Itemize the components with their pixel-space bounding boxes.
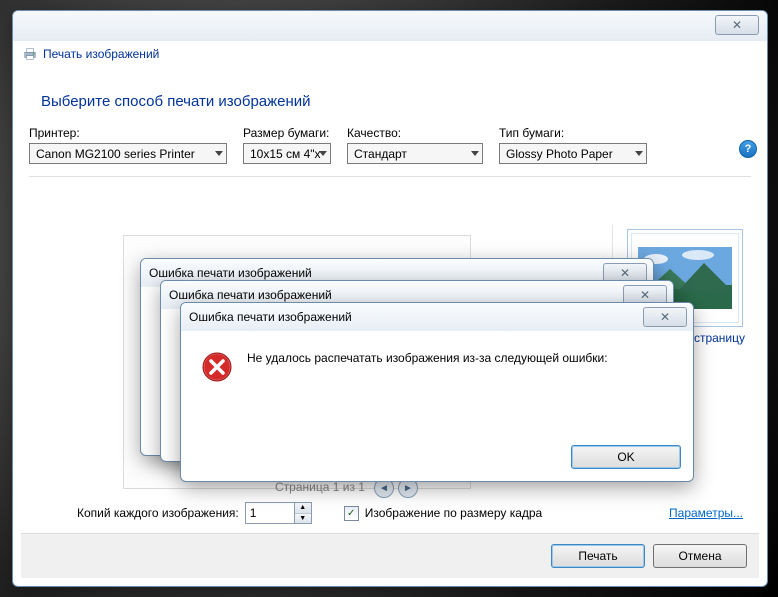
spinner-down-button[interactable]: ▼ — [295, 514, 311, 524]
action-bar: Печать Отмена — [21, 533, 759, 578]
printer-icon — [23, 47, 37, 61]
window-titlebar: ✕ — [13, 11, 767, 41]
copies-spinner[interactable]: ▲ ▼ — [245, 502, 312, 524]
spinner-up-button[interactable]: ▲ — [295, 503, 311, 514]
error-icon — [201, 351, 233, 383]
help-button[interactable]: ? — [739, 140, 757, 158]
paper-type-select[interactable]: Glossy Photo Paper — [499, 143, 647, 164]
dialog-title-text: Ошибка печати изображений — [149, 266, 312, 280]
fit-frame-checkbox[interactable]: ✓ — [344, 506, 359, 521]
paper-size-label: Размер бумаги: — [243, 126, 331, 140]
dialog-title-text: Ошибка печати изображений — [169, 288, 332, 302]
error-dialog: Ошибка печати изображений ✕ Не удалось р… — [180, 302, 694, 482]
dialog-close-button[interactable]: ✕ — [643, 307, 687, 327]
dialog-title-text: Ошибка печати изображений — [189, 310, 352, 324]
fit-frame-label: Изображение по размеру кадра — [365, 506, 542, 520]
print-button-label: Печать — [578, 549, 617, 563]
parameters-link[interactable]: Параметры... — [669, 506, 743, 520]
paper-size-select-value: 10x15 см 4"x — [250, 147, 321, 161]
quality-label: Качество: — [347, 126, 483, 140]
cancel-button-label: Отмена — [678, 549, 721, 563]
printer-select-value: Canon MG2100 series Printer — [36, 147, 195, 161]
paper-type-select-value: Glossy Photo Paper — [506, 147, 613, 161]
page-indicator: Страница 1 из 1 — [29, 480, 611, 494]
printer-select[interactable]: Canon MG2100 series Printer — [29, 143, 227, 164]
ok-button-label: OK — [617, 450, 634, 464]
window-close-button[interactable]: ✕ — [715, 15, 759, 35]
error-message: Не удалось распечатать изображения из-за… — [247, 351, 608, 431]
paper-type-label: Тип бумаги: — [499, 126, 647, 140]
window-title-text: Печать изображений — [43, 47, 159, 61]
options-bar: Копий каждого изображения: ▲ ▼ ✓ Изображ… — [29, 498, 751, 528]
chevron-down-icon — [635, 151, 643, 156]
ok-button[interactable]: OK — [571, 445, 681, 469]
quality-select[interactable]: Стандарт — [347, 143, 483, 164]
print-button[interactable]: Печать — [551, 544, 645, 568]
dialog-body: Не удалось распечатать изображения из-за… — [181, 331, 693, 445]
separator — [29, 176, 751, 177]
page-heading: Выберите способ печати изображений — [21, 67, 759, 126]
paper-size-select[interactable]: 10x15 см 4"x — [243, 143, 331, 164]
window-caption: Печать изображений — [21, 45, 759, 67]
close-icon: ✕ — [660, 310, 670, 324]
chevron-down-icon — [471, 151, 479, 156]
close-icon: ✕ — [640, 288, 650, 302]
close-icon: ✕ — [732, 18, 742, 32]
dialog-footer: OK — [181, 445, 693, 481]
printer-label: Принтер: — [29, 126, 227, 140]
copies-label: Копий каждого изображения: — [77, 506, 239, 520]
cancel-button[interactable]: Отмена — [653, 544, 747, 568]
quality-select-value: Стандарт — [354, 147, 407, 161]
chevron-down-icon — [215, 151, 223, 156]
copies-input[interactable] — [246, 503, 294, 523]
dialog-titlebar: Ошибка печати изображений ✕ — [181, 303, 693, 331]
close-icon: ✕ — [620, 266, 630, 280]
chevron-down-icon — [319, 151, 327, 156]
print-options-row: Принтер: Canon MG2100 series Printer Раз… — [21, 126, 759, 164]
